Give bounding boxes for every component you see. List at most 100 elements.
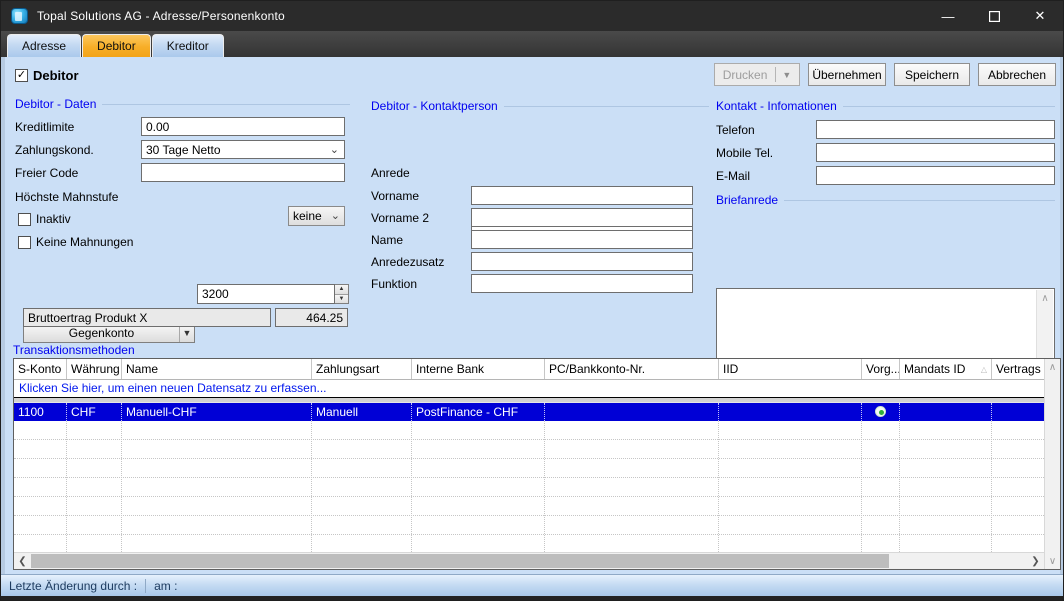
column-header-s-konto[interactable]: S-Konto	[14, 359, 66, 379]
column-header-mandats-id[interactable]: Mandats ID △	[899, 359, 991, 379]
tab-debitor[interactable]: Debitor	[82, 34, 151, 57]
funktion-label: Funktion	[371, 277, 417, 291]
kreditlimite-label: Kreditlimite	[15, 120, 74, 134]
anredezusatz-label: Anredezusatz	[371, 255, 444, 269]
keine-mahnungen-checkbox-row: Keine Mahnungen	[18, 235, 133, 249]
transaktionen-grid: S-Konto Währung Name Zahlungsart Interne…	[13, 358, 1061, 570]
bruttoertrag-field: Bruttoertrag Produkt X	[23, 308, 271, 327]
zahlungskond-value: 30 Tage Netto	[146, 143, 221, 157]
mahnstufe-label: Höchste Mahnstufe	[15, 190, 118, 204]
tab-kreditor[interactable]: Kreditor	[152, 34, 224, 57]
cell-waehrung: CHF	[66, 403, 121, 421]
zahlungskond-select[interactable]: 30 Tage Netto ⌄	[141, 140, 345, 159]
kreditlimite-input[interactable]: 0.00	[141, 117, 345, 136]
column-header-name[interactable]: Name	[121, 359, 311, 379]
spinner-down-icon[interactable]: ▼	[335, 295, 348, 304]
column-header-zahlungsart[interactable]: Zahlungsart	[311, 359, 411, 379]
email-label: E-Mail	[716, 169, 750, 183]
title-bar: Topal Solutions AG - Adresse/Personenkon…	[1, 1, 1063, 31]
mobile-label: Mobile Tel.	[716, 146, 773, 160]
vorname2-label: Vorname 2	[371, 211, 429, 225]
cell-vorg	[861, 403, 899, 421]
section-kontaktperson-title: Debitor - Kontaktperson	[371, 99, 498, 113]
inaktiv-checkbox[interactable]	[18, 213, 31, 226]
section-transaktionsmethoden: Transaktionsmethoden	[13, 343, 1061, 357]
bruttoertrag-amount: 464.25	[275, 308, 348, 327]
horizontal-scroll-thumb[interactable]	[31, 554, 889, 568]
radio-on-icon	[875, 406, 886, 417]
column-header-pc-bankkonto[interactable]: PC/Bankkonto-Nr.	[544, 359, 718, 379]
chevron-down-icon: ⌄	[330, 143, 339, 156]
chevron-down-icon: ⌄	[331, 209, 340, 222]
mandats-id-label: Mandats ID	[904, 362, 965, 376]
freier-code-label: Freier Code	[15, 166, 78, 180]
section-briefanrede: Briefanrede	[716, 193, 1055, 207]
content-area: ✓ Debitor Drucken ▼ Übernehmen Speichern…	[1, 57, 1063, 574]
cell-mandats-id	[899, 403, 991, 421]
cell-interne-bank: PostFinance - CHF	[411, 403, 544, 421]
name-label: Name	[371, 233, 403, 247]
cell-vertrag	[991, 403, 1044, 421]
gegenkonto-spinner[interactable]: ▲ ▼	[335, 284, 349, 304]
freier-code-input[interactable]	[141, 163, 345, 182]
scroll-left-icon[interactable]: ❮	[14, 553, 31, 570]
app-icon	[11, 8, 28, 24]
section-transaktionsmethoden-title: Transaktionsmethoden	[13, 343, 135, 357]
anrede-label: Anrede	[371, 166, 410, 180]
section-debitor-daten: Debitor - Daten	[15, 97, 350, 111]
grid-horizontal-scrollbar[interactable]: ❮ ❯	[14, 552, 1044, 569]
vorname2-input[interactable]	[471, 208, 693, 227]
telefon-input[interactable]	[816, 120, 1055, 139]
grid-vertical-scrollbar[interactable]: ∧ ∨	[1044, 359, 1060, 569]
email-input[interactable]	[816, 166, 1055, 185]
section-kontaktperson: Debitor - Kontaktperson	[371, 99, 709, 113]
speichern-button[interactable]: Speichern	[894, 63, 970, 86]
column-header-iid[interactable]: IID	[718, 359, 861, 379]
column-header-vertrag[interactable]: Vertrags	[991, 359, 1044, 379]
zahlungskond-label: Zahlungskond.	[15, 143, 94, 157]
gegenkonto-label: Gegenkonto	[24, 326, 179, 340]
column-header-vorg[interactable]: Vorg...	[861, 359, 899, 379]
column-header-waehrung[interactable]: Währung	[66, 359, 121, 379]
keine-mahnungen-label: Keine Mahnungen	[36, 235, 133, 249]
debitor-checkbox-row: ✓ Debitor	[15, 68, 79, 83]
section-briefanrede-title: Briefanrede	[716, 193, 778, 207]
telefon-label: Telefon	[716, 123, 755, 137]
inaktiv-checkbox-row: Inaktiv	[18, 212, 71, 226]
gegenkonto-input[interactable]: 3200	[197, 284, 335, 304]
new-record-row[interactable]: Klicken Sie hier, um einen neuen Datensa…	[14, 380, 1044, 398]
scroll-right-icon[interactable]: ❯	[1027, 553, 1044, 570]
mahnstufe-select[interactable]: keine ⌄	[288, 206, 345, 226]
vorname-input[interactable]	[471, 186, 693, 205]
scroll-down-icon[interactable]: ∨	[1045, 553, 1060, 569]
mobile-input[interactable]	[816, 143, 1055, 162]
keine-mahnungen-checkbox[interactable]	[18, 236, 31, 249]
section-kontakt-title: Kontakt - Infomationen	[716, 99, 837, 113]
name-input[interactable]	[471, 230, 693, 249]
mahnstufe-value: keine	[293, 209, 322, 223]
status-separator	[145, 579, 146, 593]
drucken-button[interactable]: Drucken ▼	[714, 63, 800, 86]
button-split-divider	[775, 67, 776, 82]
debitor-checkbox[interactable]: ✓	[15, 69, 28, 82]
scroll-up-icon[interactable]: ∧	[1037, 290, 1053, 306]
tab-adresse[interactable]: Adresse	[7, 34, 81, 57]
drucken-label: Drucken	[723, 68, 768, 82]
tab-strip: Adresse Debitor Kreditor	[1, 31, 1063, 57]
scroll-up-icon[interactable]: ∧	[1045, 359, 1060, 375]
minimize-button[interactable]: —	[925, 1, 971, 31]
inaktiv-label: Inaktiv	[36, 212, 71, 226]
table-row-selected[interactable]: 1100 CHF Manuell-CHF Manuell PostFinance…	[14, 403, 1044, 421]
abbrechen-button[interactable]: Abbrechen	[978, 63, 1056, 86]
cell-pc-bankkonto	[544, 403, 718, 421]
funktion-input[interactable]	[471, 274, 693, 293]
maximize-button[interactable]	[971, 1, 1017, 31]
column-header-interne-bank[interactable]: Interne Bank	[411, 359, 544, 379]
spinner-up-icon[interactable]: ▲	[335, 285, 348, 295]
anredezusatz-input[interactable]	[471, 252, 693, 271]
close-button[interactable]: ✕	[1017, 1, 1063, 31]
uebernehmen-button[interactable]: Übernehmen	[808, 63, 886, 86]
section-kontakt: Kontakt - Infomationen	[716, 99, 1055, 113]
status-last-change-label: Letzte Änderung durch :	[9, 579, 137, 593]
debitor-checkbox-label: Debitor	[33, 68, 79, 83]
